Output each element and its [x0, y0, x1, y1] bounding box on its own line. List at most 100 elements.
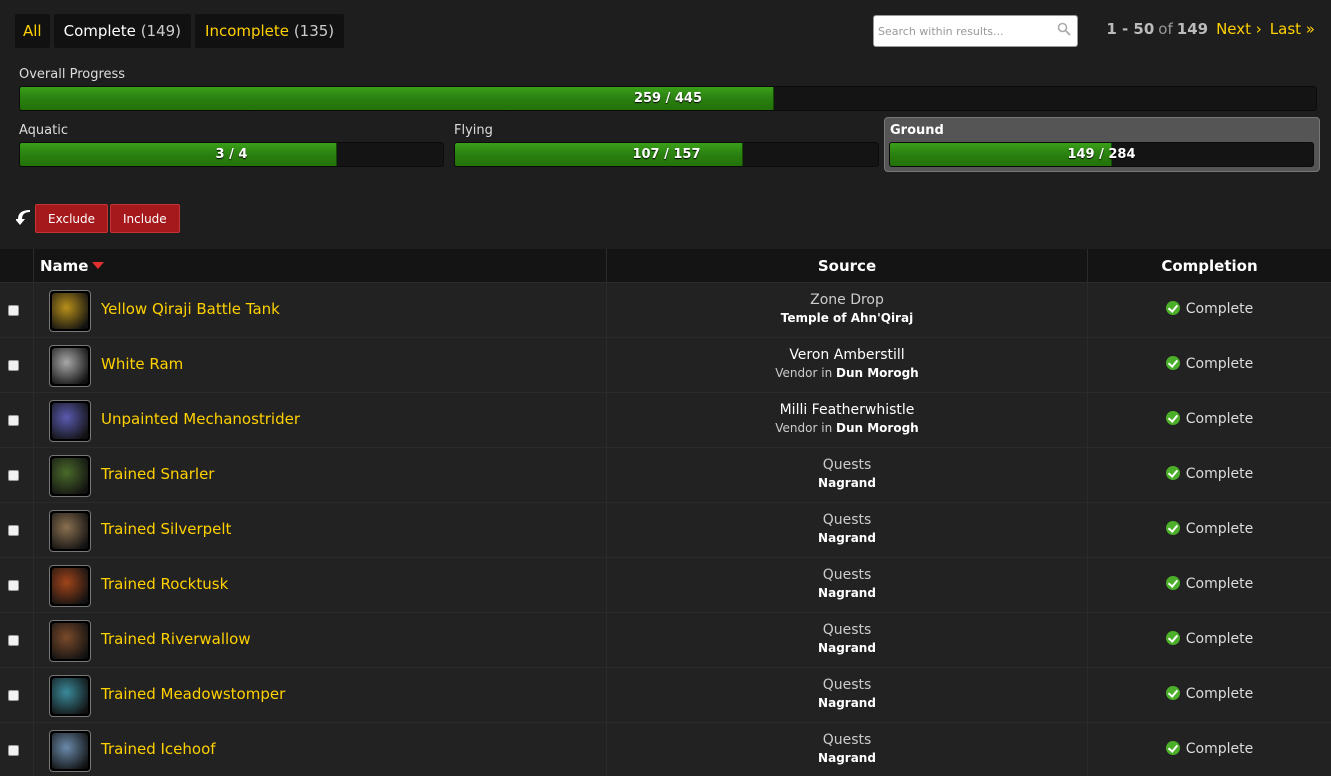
- check-circle-icon: [1165, 411, 1180, 425]
- row-checkbox-cell: [0, 448, 33, 503]
- source-zone: Nagrand: [818, 476, 876, 490]
- source-detail: Vendor in Dun Morogh: [607, 366, 1087, 380]
- row-checkbox[interactable]: [8, 305, 19, 316]
- exclude-button[interactable]: Exclude: [35, 204, 109, 233]
- row-checkbox[interactable]: [8, 470, 19, 481]
- row-completion-cell: Complete: [1087, 448, 1331, 503]
- source-main: Quests: [822, 622, 872, 638]
- completion-label: Complete: [1185, 741, 1254, 757]
- source-info: Quests Nagrand: [607, 613, 1087, 655]
- flying-progress-bar[interactable]: 107 / 157: [454, 142, 879, 167]
- filter-complete-label: Complete: [63, 22, 136, 40]
- mount-name-link[interactable]: White Ram: [101, 355, 183, 373]
- filter-incomplete-tab[interactable]: Incomplete (135): [195, 14, 345, 48]
- mount-icon[interactable]: [49, 675, 91, 717]
- flying-progress-text: 107 / 157: [632, 147, 701, 162]
- source-type: Vendor in: [775, 366, 833, 380]
- row-name-cell: Trained Meadowstomper: [33, 668, 606, 723]
- ground-progress-text: 149 / 284: [1067, 147, 1136, 162]
- search-input[interactable]: [874, 16, 1054, 46]
- row-completion-cell: Complete: [1087, 558, 1331, 613]
- search-icon[interactable]: [1057, 22, 1071, 36]
- page-total: 149: [1176, 20, 1209, 38]
- header-name[interactable]: Name: [33, 249, 606, 282]
- overall-progress-label: Overall Progress: [19, 67, 126, 82]
- search-box: [873, 15, 1078, 47]
- row-checkbox[interactable]: [8, 635, 19, 646]
- mount-name-link[interactable]: Yellow Qiraji Battle Tank: [101, 300, 280, 318]
- mount-name-link[interactable]: Trained Silverpelt: [101, 520, 231, 538]
- source-main: Veron Amberstill: [789, 347, 905, 363]
- aquatic-progress-text: 3 / 4: [215, 147, 248, 162]
- completion-label: Complete: [1185, 521, 1254, 537]
- aquatic-progress-bar[interactable]: 3 / 4: [19, 142, 444, 167]
- mount-icon[interactable]: [49, 620, 91, 662]
- row-completion-cell: Complete: [1087, 503, 1331, 558]
- mount-name-link[interactable]: Trained Rocktusk: [101, 575, 228, 593]
- row-checkbox[interactable]: [8, 580, 19, 591]
- mount-name-link[interactable]: Unpainted Mechanostrider: [101, 410, 300, 428]
- aquatic-progress-label: Aquatic: [19, 123, 68, 138]
- source-info: Quests Nagrand: [607, 503, 1087, 545]
- row-checkbox[interactable]: [8, 745, 19, 756]
- check-circle-icon: [1165, 521, 1180, 535]
- source-info: Veron Amberstill Vendor in Dun Morogh: [607, 338, 1087, 380]
- wolf-icon: [52, 458, 88, 494]
- row-source-cell: Quests Nagrand: [606, 723, 1087, 776]
- mount-name-link[interactable]: Trained Icehoof: [101, 740, 216, 758]
- mount-icon[interactable]: [49, 510, 91, 552]
- check-circle-icon: [1165, 301, 1180, 315]
- mount-icon[interactable]: [49, 400, 91, 442]
- completion-status: Complete: [1088, 631, 1331, 647]
- mount-icon[interactable]: [49, 455, 91, 497]
- last-page-link[interactable]: Last »: [1270, 20, 1315, 38]
- source-zone: Nagrand: [818, 531, 876, 545]
- row-checkbox[interactable]: [8, 360, 19, 371]
- row-name-cell: Trained Riverwallow: [33, 613, 606, 668]
- include-button[interactable]: Include: [110, 204, 180, 233]
- mount-icon[interactable]: [49, 345, 91, 387]
- ground-progress-bar[interactable]: 149 / 284: [889, 142, 1314, 167]
- table-row: Trained Snarler Quests Nagrand Complete: [0, 448, 1331, 503]
- mount-name-link[interactable]: Trained Riverwallow: [101, 630, 251, 648]
- table-row: Trained Icehoof Quests Nagrand Complete: [0, 723, 1331, 776]
- check-circle-icon: [1165, 356, 1180, 370]
- row-name-cell: Trained Rocktusk: [33, 558, 606, 613]
- source-zone: Nagrand: [818, 751, 876, 765]
- ground-progress-label: Ground: [890, 123, 944, 138]
- riverbeast-icon: [52, 623, 88, 659]
- flying-progress-label: Flying: [454, 123, 493, 138]
- table-header: Name Source Completion: [0, 249, 1331, 283]
- mount-icon[interactable]: [49, 290, 91, 332]
- filter-complete-tab[interactable]: Complete (149): [53, 14, 192, 48]
- mount-icon[interactable]: [49, 730, 91, 772]
- source-zone: Dun Morogh: [836, 366, 919, 380]
- mount-name-link[interactable]: Trained Snarler: [101, 465, 214, 483]
- header-completion[interactable]: Completion: [1087, 249, 1331, 282]
- source-detail: Nagrand: [607, 586, 1087, 600]
- row-checkbox[interactable]: [8, 415, 19, 426]
- elekk-icon: [52, 733, 88, 769]
- next-page-link[interactable]: Next ›: [1216, 20, 1262, 38]
- row-checkbox[interactable]: [8, 525, 19, 536]
- completion-status: Complete: [1088, 411, 1331, 427]
- table-row: Yellow Qiraji Battle Tank Zone Drop Temp…: [0, 283, 1331, 338]
- wolf-icon: [52, 513, 88, 549]
- table-row: White Ram Veron Amberstill Vendor in Dun…: [0, 338, 1331, 393]
- row-checkbox[interactable]: [8, 690, 19, 701]
- row-completion-cell: Complete: [1087, 393, 1331, 448]
- row-name-cell: White Ram: [33, 338, 606, 393]
- row-checkbox-cell: [0, 613, 33, 668]
- completion-label: Complete: [1185, 631, 1254, 647]
- row-source-cell: Quests Nagrand: [606, 503, 1087, 558]
- filter-all-tab[interactable]: All: [15, 14, 50, 48]
- row-name-cell: Yellow Qiraji Battle Tank: [33, 283, 606, 338]
- mounts-table: Name Source Completion Yellow Qiraji Bat…: [0, 249, 1331, 776]
- mount-name-link[interactable]: Trained Meadowstomper: [101, 685, 285, 703]
- source-type: Vendor in: [775, 421, 833, 435]
- mount-icon[interactable]: [49, 565, 91, 607]
- row-checkbox-cell: [0, 558, 33, 613]
- completion-status: Complete: [1088, 466, 1331, 482]
- completion-status: Complete: [1088, 686, 1331, 702]
- header-source[interactable]: Source: [606, 249, 1087, 282]
